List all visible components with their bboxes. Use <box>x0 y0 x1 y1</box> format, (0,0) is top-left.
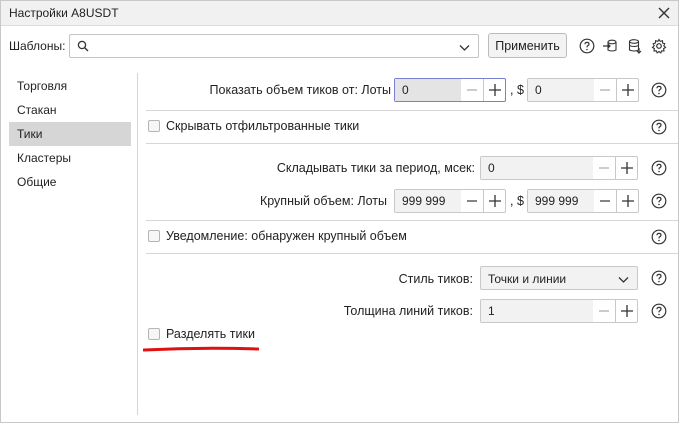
big-volume-lots-input[interactable]: 999 999 <box>395 190 461 212</box>
show-volume-lots-input[interactable]: 0 <box>395 79 461 101</box>
title-bar: Настройки A8USDT <box>1 1 678 26</box>
sidebar-item-general[interactable]: Общие <box>9 170 131 194</box>
plus-icon[interactable] <box>483 190 505 212</box>
hide-filtered-label: Скрывать отфильтрованные тики <box>166 119 360 133</box>
help-icon[interactable] <box>651 229 667 245</box>
sum-period-label: Складывать тики за период, мсек: <box>276 161 475 175</box>
templates-label: Шаблоны: <box>9 39 66 53</box>
currency-separator: , $ <box>510 83 524 97</box>
settings-window: Настройки A8USDT Шаблоны: Применить Торг… <box>0 0 679 423</box>
section-divider <box>146 143 678 144</box>
settings-sidebar: Торговля Стакан Тики Кластеры Общие <box>9 74 131 194</box>
notify-checkbox[interactable] <box>148 230 160 242</box>
sidebar-item-orderbook[interactable]: Стакан <box>9 98 131 122</box>
close-icon <box>658 7 670 19</box>
minus-icon[interactable] <box>461 190 483 212</box>
split-ticks-checkbox[interactable] <box>148 328 160 340</box>
section-divider <box>146 110 678 111</box>
help-icon[interactable] <box>578 37 596 55</box>
minus-icon[interactable] <box>593 157 615 179</box>
help-icon[interactable] <box>651 193 667 209</box>
help-icon[interactable] <box>651 303 667 319</box>
notify-label: Уведомление: обнаружен крупный объем <box>166 229 407 243</box>
help-icon[interactable] <box>651 160 667 176</box>
plus-icon[interactable] <box>615 300 637 322</box>
sum-period-stepper[interactable]: 0 <box>480 156 638 180</box>
big-volume-usd-stepper[interactable]: 999 999 <box>527 189 639 213</box>
gear-icon[interactable] <box>650 37 668 55</box>
split-ticks-row[interactable]: Разделять тики <box>148 327 255 341</box>
big-volume-usd-input[interactable]: 999 999 <box>528 190 594 212</box>
big-volume-lots-stepper[interactable]: 999 999 <box>394 189 506 213</box>
section-divider <box>146 253 678 254</box>
plus-icon[interactable] <box>615 157 637 179</box>
plus-icon[interactable] <box>483 79 505 101</box>
plus-icon[interactable] <box>616 79 638 101</box>
show-volume-lots-stepper[interactable]: 0 <box>394 78 506 102</box>
currency-separator: , $ <box>510 194 524 208</box>
sum-period-input[interactable]: 0 <box>481 157 593 179</box>
split-ticks-label: Разделять тики <box>166 327 255 341</box>
minus-icon[interactable] <box>461 79 483 101</box>
show-volume-usd-input[interactable]: 0 <box>528 79 594 101</box>
save-template-icon[interactable] <box>626 37 644 55</box>
minus-icon[interactable] <box>593 300 615 322</box>
sidebar-item-clusters[interactable]: Кластеры <box>9 146 131 170</box>
templates-combobox[interactable] <box>69 34 479 58</box>
sidebar-item-ticks[interactable]: Тики <box>9 122 131 146</box>
line-width-input[interactable]: 1 <box>481 300 593 322</box>
hide-filtered-checkbox[interactable] <box>148 120 160 132</box>
line-width-stepper[interactable]: 1 <box>480 299 638 323</box>
search-icon <box>77 40 89 55</box>
style-label: Стиль тиков: <box>398 272 473 286</box>
templates-toolbar: Шаблоны: Применить <box>1 26 678 66</box>
sidebar-item-trading[interactable]: Торговля <box>9 74 131 98</box>
chevron-down-icon[interactable] <box>459 41 470 55</box>
help-icon[interactable] <box>651 82 667 98</box>
tick-style-select[interactable]: Точки и линии <box>480 266 638 290</box>
help-icon[interactable] <box>651 270 667 286</box>
show-volume-label: Показать объем тиков от: Лоты <box>209 83 391 97</box>
notify-row[interactable]: Уведомление: обнаружен крупный объем <box>148 229 407 243</box>
minus-icon[interactable] <box>594 79 616 101</box>
minus-icon[interactable] <box>594 190 616 212</box>
close-button[interactable] <box>654 3 674 23</box>
section-divider <box>146 220 678 221</box>
line-width-label: Толщина линий тиков: <box>343 304 473 318</box>
help-icon[interactable] <box>651 119 667 135</box>
big-volume-label: Крупный объем: Лоты <box>259 194 387 208</box>
window-title: Настройки A8USDT <box>9 6 119 20</box>
tick-style-value: Точки и линии <box>488 272 567 286</box>
apply-button[interactable]: Применить <box>488 33 567 58</box>
chevron-down-icon <box>618 273 629 287</box>
hide-filtered-row[interactable]: Скрывать отфильтрованные тики <box>148 119 359 133</box>
plus-icon[interactable] <box>616 190 638 212</box>
show-volume-usd-stepper[interactable]: 0 <box>527 78 639 102</box>
red-underline-annotation <box>143 346 259 352</box>
sidebar-divider <box>137 73 138 415</box>
import-template-icon[interactable] <box>601 37 619 55</box>
